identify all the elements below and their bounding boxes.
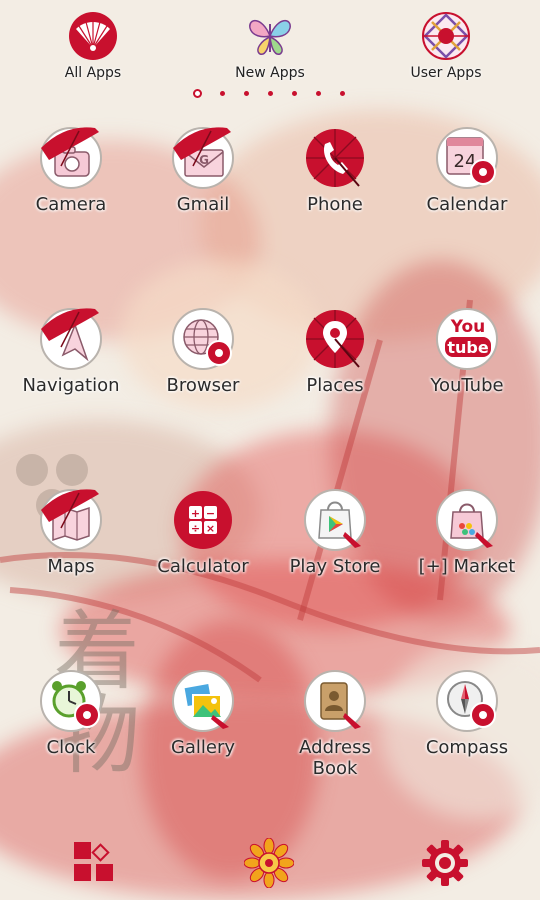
folding-fan-icon xyxy=(67,10,119,62)
youtube-logo-top: You xyxy=(450,317,486,337)
navigation-icon xyxy=(39,307,103,371)
settings-button[interactable] xyxy=(420,838,470,888)
app-calendar[interactable]: 24 Calendar xyxy=(401,126,533,215)
app-gmail[interactable]: G Gmail xyxy=(137,126,269,215)
app-navigation[interactable]: Navigation xyxy=(5,307,137,396)
app-compass[interactable]: Compass xyxy=(401,669,533,758)
new-apps-button[interactable]: New Apps xyxy=(210,10,330,81)
app-label: Phone xyxy=(307,194,363,215)
top-bar: All Apps New Apps User Apps xyxy=(0,0,540,105)
page-dot[interactable] xyxy=(244,91,249,96)
places-icon xyxy=(303,307,367,371)
phone-icon xyxy=(303,126,367,190)
new-apps-label: New Apps xyxy=(235,65,305,81)
user-apps-label: User Apps xyxy=(410,65,482,81)
chrysanthemum-icon xyxy=(243,837,295,892)
browser-icon xyxy=(171,307,235,371)
app-gallery[interactable]: Gallery xyxy=(137,669,269,758)
app-label: [+] Market xyxy=(418,556,516,577)
app-phone[interactable]: Phone xyxy=(269,126,401,215)
page-dot-active[interactable] xyxy=(193,89,202,98)
settings-gear-icon xyxy=(420,838,470,892)
market-icon xyxy=(435,488,499,552)
app-label: Maps xyxy=(47,556,95,577)
app-label: Calculator xyxy=(157,556,249,577)
app-places[interactable]: Places xyxy=(269,307,401,396)
app-label: Gallery xyxy=(170,737,236,758)
app-clock[interactable]: Clock xyxy=(5,669,137,758)
compass-icon xyxy=(435,669,499,733)
calculator-key-minus: − xyxy=(206,507,215,520)
calculator-key-divide: ÷ xyxy=(191,522,200,535)
app-label: Browser xyxy=(166,375,240,396)
butterfly-icon xyxy=(244,10,296,62)
app-label: YouTube xyxy=(430,375,504,396)
gallery-icon xyxy=(171,669,235,733)
page-dot[interactable] xyxy=(316,91,321,96)
clock-icon xyxy=(39,669,103,733)
address-book-icon xyxy=(303,669,367,733)
app-label: Places xyxy=(306,375,364,396)
youtube-logo-bottom: tube xyxy=(447,338,488,357)
app-label: Gmail xyxy=(176,194,230,215)
page-dot[interactable] xyxy=(340,91,345,96)
user-apps-button[interactable]: User Apps xyxy=(386,10,506,81)
app-label: Address Book xyxy=(299,737,371,779)
calculator-icon: + − ÷ × xyxy=(171,488,235,552)
app-camera[interactable]: Camera xyxy=(5,126,137,215)
gmail-icon: G xyxy=(171,126,235,190)
app-label: Navigation xyxy=(22,375,120,396)
app-label: Compass xyxy=(425,737,509,758)
app-maps[interactable]: Maps xyxy=(5,488,137,577)
all-apps-button[interactable]: All Apps xyxy=(33,10,153,81)
app-youtube[interactable]: You tube YouTube xyxy=(401,307,533,396)
calculator-key-multiply: × xyxy=(206,522,215,535)
app-address-book[interactable]: Address Book xyxy=(269,669,401,779)
page-dot[interactable] xyxy=(268,91,273,96)
app-browser[interactable]: Browser xyxy=(137,307,269,396)
svg-text:G: G xyxy=(199,153,209,167)
home-button[interactable] xyxy=(243,837,295,889)
calendar-icon: 24 xyxy=(435,126,499,190)
app-play-store[interactable]: Play Store xyxy=(269,488,401,577)
app-label: Camera xyxy=(35,194,107,215)
page-dot[interactable] xyxy=(220,91,225,96)
app-calculator[interactable]: + − ÷ × Calculator xyxy=(137,488,269,577)
app-label: Calendar xyxy=(426,194,508,215)
temari-ball-icon xyxy=(420,10,472,62)
app-drawer-icon xyxy=(70,838,120,892)
app-drawer-button[interactable] xyxy=(70,838,120,888)
app-market[interactable]: [+] Market xyxy=(401,488,533,577)
app-label: Play Store xyxy=(289,556,381,577)
calculator-key-plus: + xyxy=(191,507,200,520)
app-label: Clock xyxy=(46,737,96,758)
maps-icon xyxy=(39,488,103,552)
all-apps-label: All Apps xyxy=(64,65,122,81)
page-dot[interactable] xyxy=(292,91,297,96)
play-store-icon xyxy=(303,488,367,552)
youtube-icon: You tube xyxy=(435,307,499,371)
camera-icon xyxy=(39,126,103,190)
